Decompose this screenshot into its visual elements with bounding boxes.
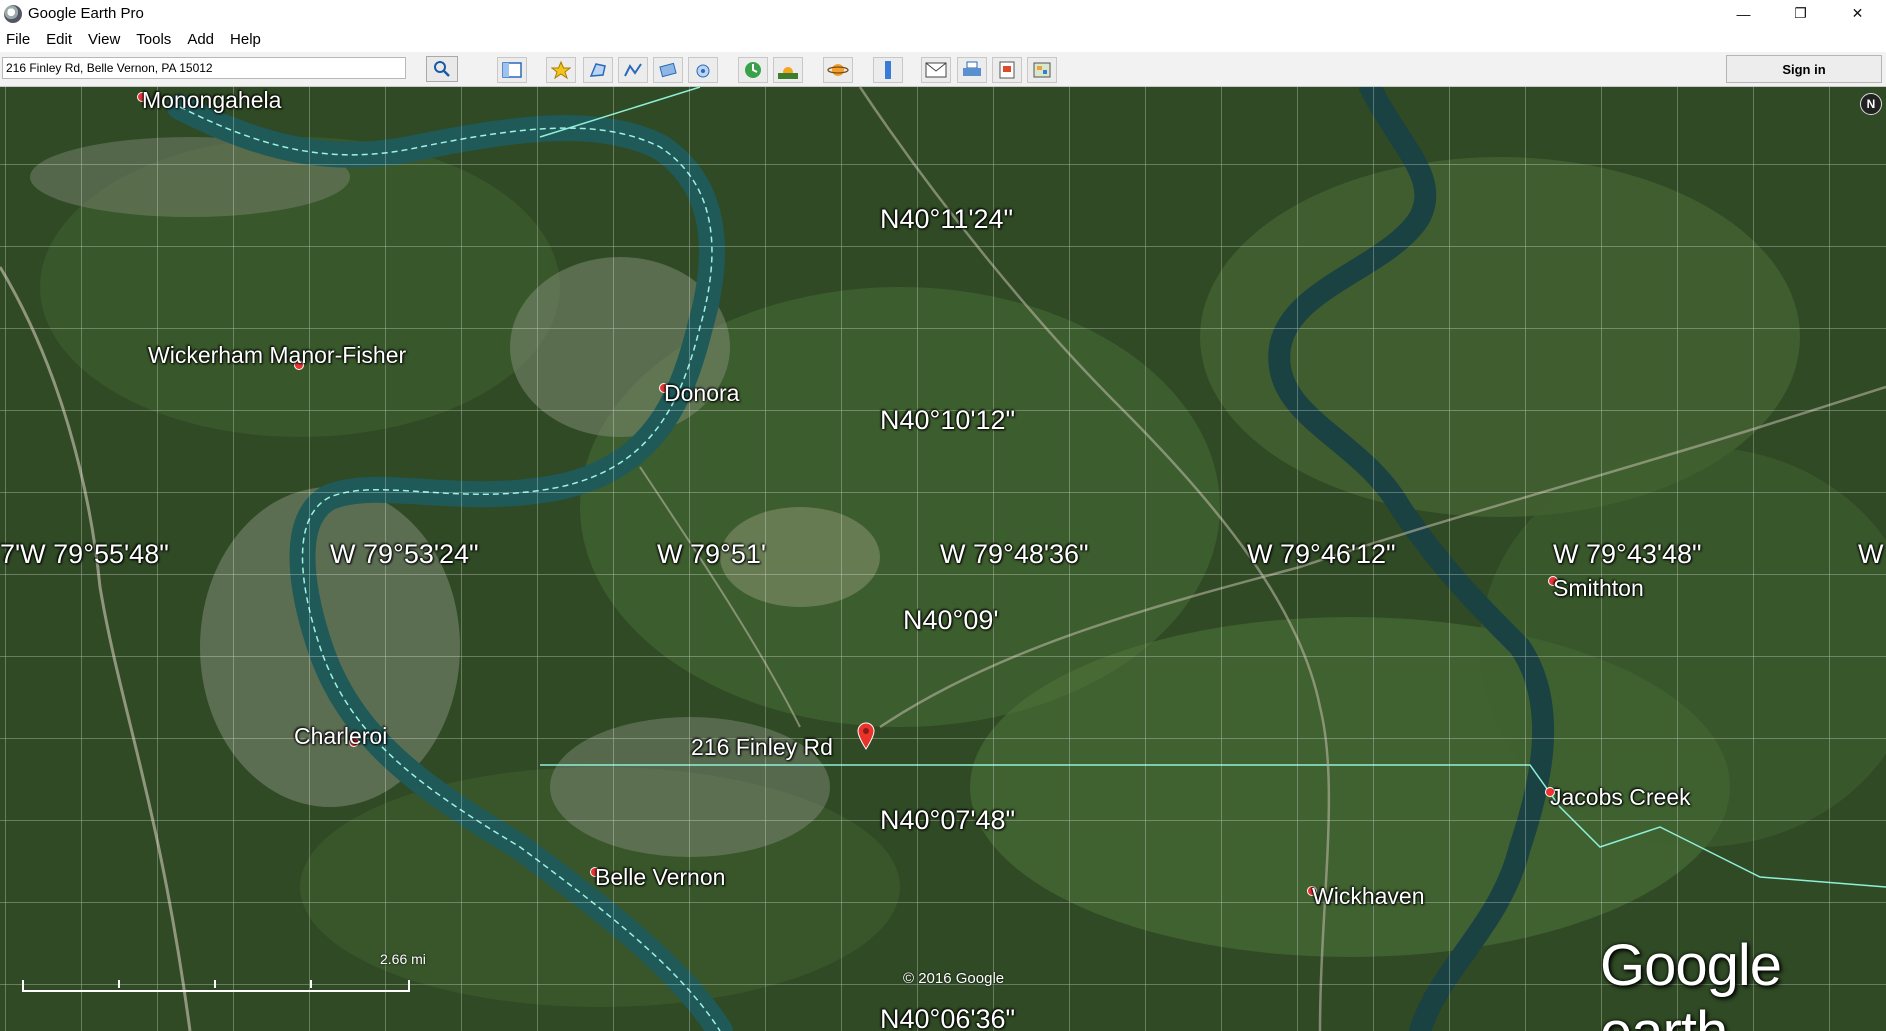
sunlight-button[interactable]	[773, 57, 803, 83]
place-label-smithton[interactable]: Smithton	[1553, 575, 1644, 602]
save-image-button[interactable]	[992, 57, 1022, 83]
placemark-icon	[551, 60, 571, 80]
record-tour-icon	[696, 64, 710, 78]
search-button[interactable]	[426, 56, 458, 82]
place-label-donora[interactable]: Donora	[664, 380, 739, 407]
search-icon	[434, 61, 450, 77]
sidebar-icon	[502, 62, 522, 78]
latitude-label: N40°07'48"	[880, 805, 1016, 835]
historical-imagery-icon	[745, 62, 761, 78]
search-input[interactable]	[2, 57, 406, 79]
map-viewport[interactable]: N N40°11'24" N40°10'12" N40°09' N40°07'4…	[0, 87, 1886, 1031]
menu-bar: File Edit View Tools Add Help	[0, 27, 1886, 53]
ruler-button[interactable]	[873, 57, 903, 83]
google-earth-logo: Google earth	[1600, 933, 1782, 1031]
add-polygon-button[interactable]	[583, 57, 613, 83]
longitude-label: W 79°43'48"	[1553, 539, 1702, 569]
scale-label: 2.66 mi	[380, 951, 426, 967]
restore-button[interactable]: ❐	[1772, 0, 1829, 27]
save-image-icon	[999, 61, 1015, 79]
historical-imagery-button[interactable]	[738, 57, 768, 83]
menu-file[interactable]: File	[0, 31, 38, 48]
place-label-wickerham-manor-fisher[interactable]: Wickerham Manor-Fisher	[148, 342, 406, 369]
minimize-button[interactable]: —	[1715, 0, 1772, 27]
place-label-wickhaven[interactable]: Wickhaven	[1312, 883, 1424, 910]
view-in-maps-button[interactable]	[1027, 57, 1057, 83]
planets-button[interactable]	[823, 57, 853, 83]
add-image-overlay-button[interactable]	[653, 57, 683, 83]
place-label-charleroi[interactable]: Charleroi	[294, 723, 387, 750]
sunlight-icon	[778, 67, 798, 79]
menu-help[interactable]: Help	[222, 31, 269, 48]
sign-in-button[interactable]: Sign in	[1726, 55, 1882, 83]
email-icon	[925, 62, 947, 78]
menu-tools[interactable]: Tools	[128, 31, 179, 48]
add-path-button[interactable]	[618, 57, 648, 83]
google-earth-app-icon	[4, 4, 22, 23]
menu-view[interactable]: View	[80, 31, 128, 48]
sidebar-toggle-button[interactable]	[497, 57, 527, 83]
print-button[interactable]	[957, 57, 987, 83]
latitude-label: N40°10'12"	[880, 405, 1016, 435]
place-label-jacobs-creek[interactable]: Jacobs Creek	[1550, 784, 1691, 811]
latitude-label: N40°06'36"	[880, 1004, 1016, 1031]
place-label-216-finley-rd[interactable]: 216 Finley Rd	[691, 734, 833, 761]
path-icon	[624, 63, 642, 77]
longitude-label: W 79°46'12"	[1247, 539, 1396, 569]
polygon-icon	[589, 63, 606, 77]
window-title: Google Earth Pro	[28, 5, 144, 22]
scale-bar	[22, 980, 410, 992]
copyright-text: © 2016 Google	[903, 970, 1005, 987]
title-bar: Google Earth Pro — ❐ ✕	[0, 0, 1886, 27]
menu-edit[interactable]: Edit	[38, 31, 80, 48]
longitude-label: W 79°53'24"	[330, 539, 479, 569]
north-compass-icon[interactable]: N	[1860, 93, 1882, 115]
toolbar: Sign in	[0, 52, 1886, 87]
ruler-icon	[885, 61, 891, 79]
view-in-maps-icon	[1033, 62, 1051, 78]
latitude-label: N40°09'	[903, 605, 999, 635]
record-tour-button[interactable]	[688, 57, 718, 83]
longitude-label: 7'W 79°55'48"	[0, 539, 169, 569]
image-overlay-icon	[659, 62, 677, 78]
place-label-monongahela[interactable]: Monongahela	[142, 87, 281, 114]
planets-icon	[827, 64, 849, 76]
latitude-label: N40°11'24"	[880, 204, 1014, 234]
close-button[interactable]: ✕	[1829, 0, 1886, 27]
email-button[interactable]	[921, 57, 951, 83]
longitude-label: W	[1858, 539, 1884, 569]
window-controls: — ❐ ✕	[1715, 0, 1886, 27]
menu-add[interactable]: Add	[179, 31, 222, 48]
longitude-label: W 79°48'36"	[940, 539, 1089, 569]
location-pin-icon[interactable]	[857, 722, 875, 750]
print-icon	[963, 61, 981, 76]
longitude-label: W 79°51'	[657, 539, 767, 569]
place-label-belle-vernon[interactable]: Belle Vernon	[595, 864, 725, 891]
add-placemark-button[interactable]	[546, 57, 576, 83]
